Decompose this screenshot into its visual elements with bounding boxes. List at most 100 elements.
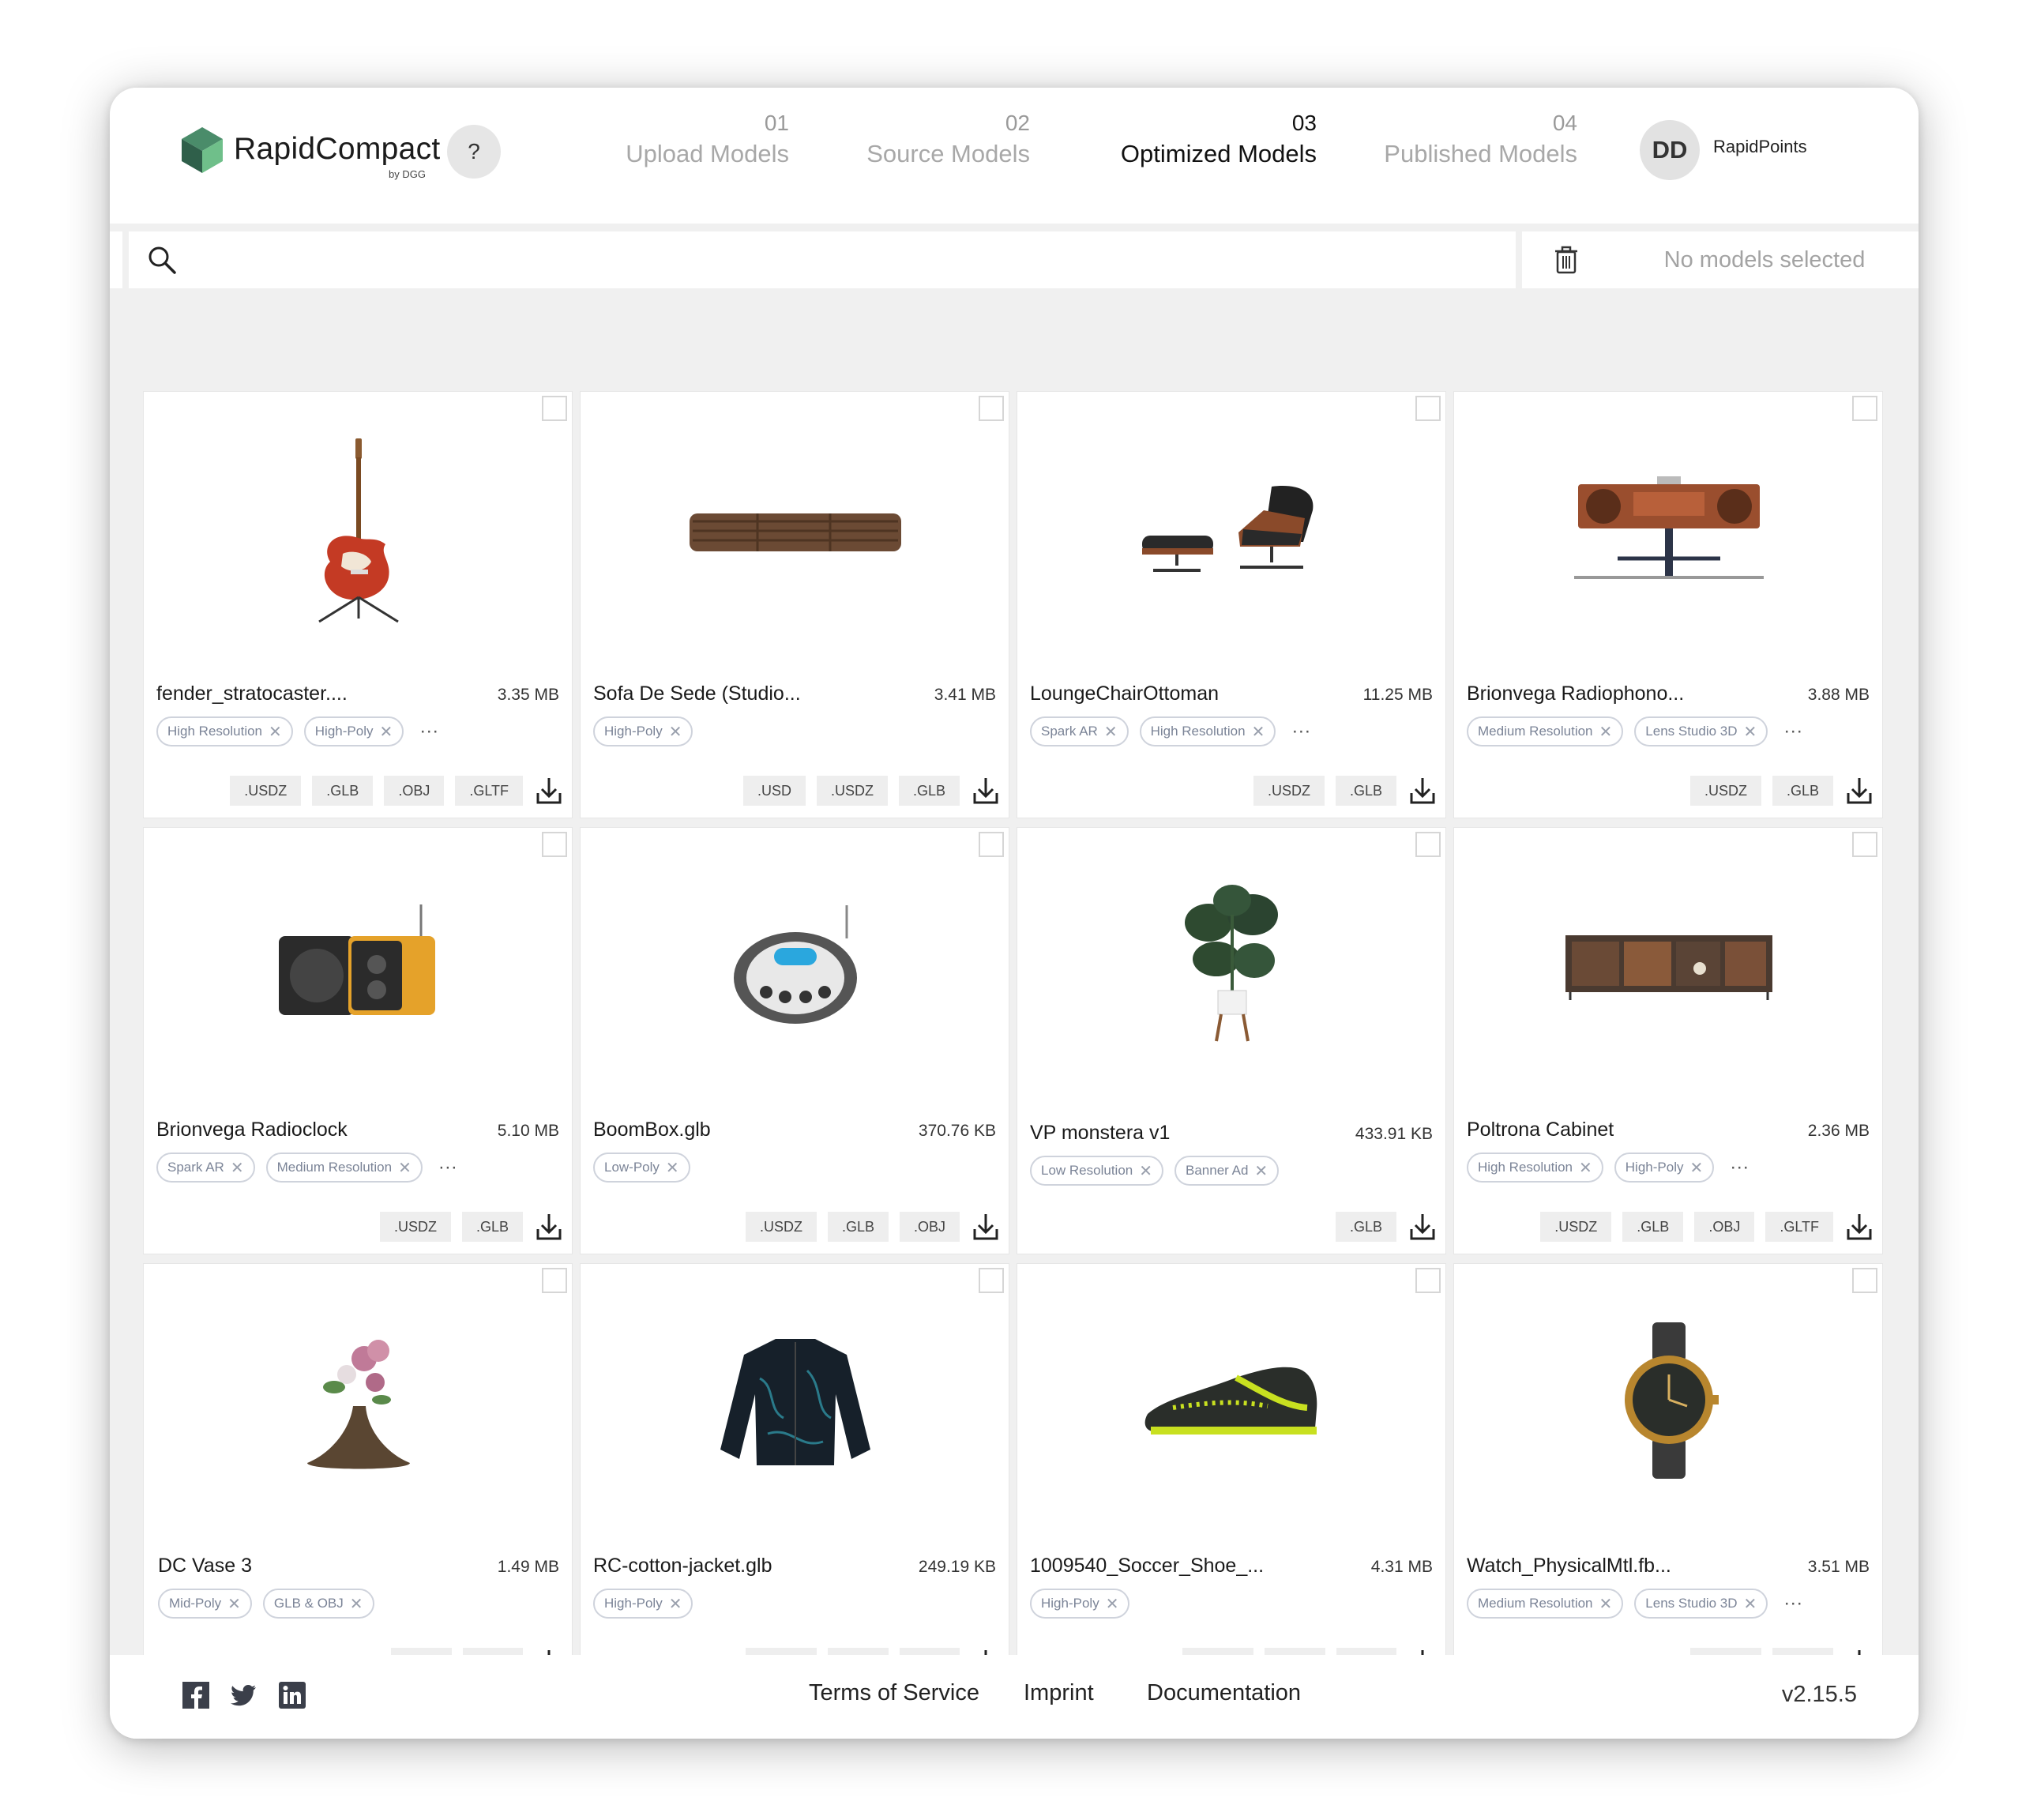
remove-tag-icon[interactable]: ✕ — [669, 722, 682, 742]
select-checkbox[interactable] — [1852, 396, 1877, 421]
remove-tag-icon[interactable]: ✕ — [1139, 1161, 1152, 1181]
tag-label: Medium Resolution — [1478, 724, 1593, 739]
format-button[interactable]: .USDZ — [816, 776, 888, 806]
remove-tag-icon[interactable]: ✕ — [1599, 722, 1613, 742]
step-source-models[interactable]: 02 Source Models — [825, 108, 1030, 187]
terms-of-service-link[interactable]: Terms of Service — [809, 1680, 979, 1706]
remove-tag-icon[interactable]: ✕ — [1579, 1158, 1592, 1178]
format-button[interactable]: .OBJ — [899, 1212, 960, 1242]
remove-tag-icon[interactable]: ✕ — [666, 1158, 679, 1178]
format-button[interactable]: .GLB — [1622, 1212, 1684, 1242]
model-card[interactable]: RC-cotton-jacket.glb 249.19 KB High-Poly… — [580, 1263, 1009, 1690]
twitter-icon[interactable] — [231, 1682, 257, 1709]
remove-tag-icon[interactable]: ✕ — [269, 722, 282, 742]
more-tags-button[interactable]: ··· — [1725, 1156, 1753, 1179]
format-button[interactable]: .USDZ — [1689, 776, 1761, 806]
format-button[interactable]: .OBJ — [384, 776, 445, 806]
download-icon[interactable] — [534, 776, 564, 806]
model-card[interactable]: Poltrona Cabinet 2.36 MB High Resolution… — [1453, 827, 1883, 1254]
model-card[interactable]: Sofa De Sede (Studio... 3.41 MB High-Pol… — [580, 391, 1009, 818]
search-input[interactable] — [192, 241, 1495, 279]
imprint-link[interactable]: Imprint — [1024, 1680, 1094, 1706]
delete-button[interactable] — [1522, 231, 1610, 288]
more-tags-button[interactable]: ··· — [415, 720, 443, 743]
model-card[interactable]: DC Vase 3 1.49 MB Mid-Poly✕ GLB & OBJ✕ .… — [143, 1263, 573, 1690]
remove-tag-icon[interactable]: ✕ — [1104, 722, 1118, 742]
format-button[interactable]: .GLTF — [1765, 1212, 1833, 1242]
remove-tag-icon[interactable]: ✕ — [1254, 1161, 1268, 1181]
model-card[interactable]: 1009540_Soccer_Shoe_... 4.31 MB High-Pol… — [1017, 1263, 1446, 1690]
select-checkbox[interactable] — [542, 396, 567, 421]
format-button[interactable]: .GLB — [1772, 776, 1833, 806]
remove-tag-icon[interactable]: ✕ — [398, 1158, 412, 1178]
select-checkbox[interactable] — [1415, 396, 1441, 421]
select-checkbox[interactable] — [979, 832, 1004, 857]
remove-tag-icon[interactable]: ✕ — [350, 1594, 363, 1614]
format-button[interactable]: .GLB — [312, 776, 374, 806]
remove-tag-icon[interactable]: ✕ — [1106, 1594, 1119, 1614]
download-icon[interactable] — [1844, 1212, 1874, 1242]
select-checkbox[interactable] — [979, 396, 1004, 421]
download-icon[interactable] — [534, 1212, 564, 1242]
select-checkbox[interactable] — [542, 832, 567, 857]
remove-tag-icon[interactable]: ✕ — [231, 1158, 244, 1178]
format-button[interactable]: .USDZ — [1540, 1212, 1612, 1242]
format-button[interactable]: .GLB — [461, 1212, 523, 1242]
download-icon[interactable] — [1408, 776, 1438, 806]
model-card[interactable]: Watch_PhysicalMtl.fb... 3.51 MB Medium R… — [1453, 1263, 1883, 1690]
download-icon[interactable] — [971, 1212, 1001, 1242]
model-card[interactable]: BoomBox.glb 370.76 KB Low-Poly ✕ .USDZ .G… — [580, 827, 1009, 1254]
remove-tag-icon[interactable]: ✕ — [1689, 1158, 1703, 1178]
search-bar[interactable] — [129, 231, 1516, 288]
step-optimized-models[interactable]: 03 Optimized Models — [1088, 108, 1317, 187]
step-published-models[interactable]: 04 Published Models — [1348, 108, 1577, 187]
format-button[interactable]: .GLB — [1335, 1212, 1396, 1242]
tag: High-Poly ✕ — [303, 716, 404, 746]
model-card[interactable]: Brionvega Radioclock 5.10 MB Spark AR ✕ M… — [143, 827, 573, 1254]
rapidpoints-link[interactable]: RapidPoints — [1713, 137, 1807, 157]
model-card[interactable]: VP monstera v1 433.91 KB Low Resolution ✕… — [1017, 827, 1446, 1254]
format-button[interactable]: .USDZ — [230, 776, 302, 806]
remove-tag-icon[interactable]: ✕ — [1744, 722, 1757, 742]
linkedin-icon[interactable] — [279, 1682, 306, 1709]
remove-tag-icon[interactable]: ✕ — [379, 722, 393, 742]
remove-tag-icon[interactable]: ✕ — [669, 1594, 682, 1614]
select-checkbox[interactable] — [542, 1268, 567, 1293]
remove-tag-icon[interactable]: ✕ — [1252, 722, 1265, 742]
remove-tag-icon[interactable]: ✕ — [1744, 1594, 1757, 1614]
select-checkbox[interactable] — [1415, 1268, 1441, 1293]
logo[interactable]: RapidCompact by DGG — [182, 127, 442, 190]
format-button[interactable]: .GLTF — [455, 776, 523, 806]
step-upload-models[interactable]: 01 Upload Models — [584, 108, 789, 187]
format-button[interactable]: .USD — [742, 776, 806, 806]
format-button[interactable]: .GLB — [1335, 776, 1396, 806]
remove-tag-icon[interactable]: ✕ — [227, 1594, 241, 1614]
download-icon[interactable] — [971, 776, 1001, 806]
format-button[interactable]: .OBJ — [1694, 1212, 1755, 1242]
help-button[interactable]: ? — [447, 125, 501, 179]
format-button[interactable]: .USDZ — [379, 1212, 451, 1242]
documentation-link[interactable]: Documentation — [1147, 1680, 1301, 1706]
tag: High Resolution ✕ — [156, 716, 293, 746]
more-tags-button[interactable]: ··· — [434, 1156, 462, 1179]
user-avatar[interactable]: DD — [1640, 120, 1700, 180]
more-tags-button[interactable]: ··· — [1779, 720, 1807, 743]
select-checkbox[interactable] — [1415, 832, 1441, 857]
download-icon[interactable] — [1844, 776, 1874, 806]
format-button[interactable]: .USDZ — [745, 1212, 817, 1242]
format-button[interactable]: .GLB — [827, 1212, 889, 1242]
select-checkbox[interactable] — [979, 1268, 1004, 1293]
select-checkbox[interactable] — [1852, 1268, 1877, 1293]
more-tags-button[interactable]: ··· — [1287, 720, 1315, 743]
model-card[interactable]: LoungeChairOttoman 11.25 MB Spark AR ✕ Hi… — [1017, 391, 1446, 818]
remove-tag-icon[interactable]: ✕ — [1599, 1594, 1613, 1614]
step-number: 04 — [1552, 111, 1577, 135]
facebook-icon[interactable] — [182, 1682, 209, 1709]
more-tags-button[interactable]: ··· — [1779, 1592, 1807, 1615]
format-button[interactable]: .GLB — [898, 776, 960, 806]
format-button[interactable]: .USDZ — [1253, 776, 1325, 806]
select-checkbox[interactable] — [1852, 832, 1877, 857]
download-icon[interactable] — [1408, 1212, 1438, 1242]
model-card[interactable]: Brionvega Radiophono... 3.88 MB Medium R… — [1453, 391, 1883, 818]
model-card[interactable]: fender_stratocaster.... 3.35 MB High Res… — [143, 391, 573, 818]
